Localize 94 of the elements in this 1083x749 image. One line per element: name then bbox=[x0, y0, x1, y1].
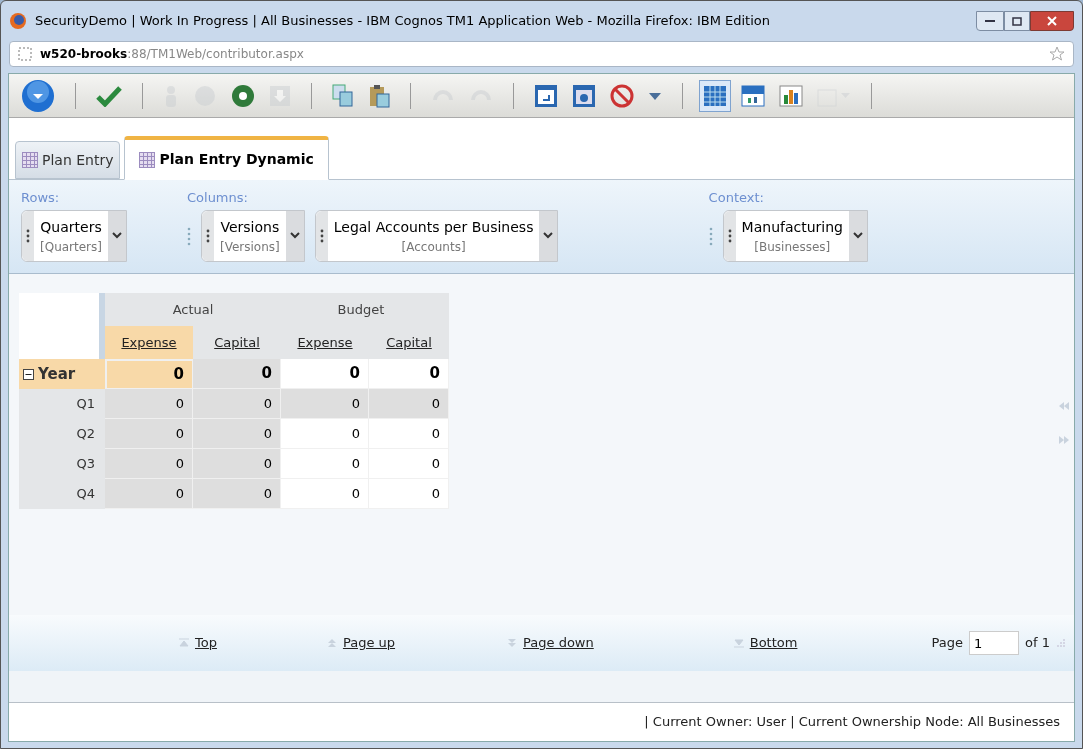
tab[interactable]: Plan Entry bbox=[15, 141, 121, 179]
scroll-left-icon[interactable] bbox=[1059, 402, 1069, 410]
dimension-name: Manufacturing bbox=[741, 217, 843, 237]
section-label: Rows: bbox=[21, 189, 61, 207]
grid-chart-icon bbox=[741, 84, 765, 107]
pagination-link[interactable]: Top bbox=[195, 633, 217, 653]
grip-icon bbox=[727, 229, 732, 243]
chevron-down-icon bbox=[112, 232, 122, 240]
status-text: | Current Owner: User | Current Ownership Node: All Businesses bbox=[644, 713, 1060, 732]
table-cell: 0 bbox=[193, 419, 281, 449]
pagination-link[interactable]: Page down bbox=[523, 633, 594, 653]
table-cell[interactable]: 0 bbox=[281, 359, 369, 389]
download-icon bbox=[269, 84, 291, 107]
bar-chart-icon bbox=[779, 84, 803, 107]
menu-orb-icon bbox=[21, 78, 55, 113]
arrow-up-icon[interactable] bbox=[326, 638, 337, 648]
table-cell: 0 bbox=[105, 359, 193, 389]
table-cell: 0 bbox=[105, 449, 193, 479]
grip-icon bbox=[206, 229, 210, 243]
prohibited-icon bbox=[610, 83, 634, 108]
copy-icon bbox=[332, 83, 354, 108]
minimize-icon bbox=[985, 19, 995, 23]
checkmark-icon bbox=[96, 84, 122, 107]
row-header[interactable]: Q1 bbox=[76, 394, 101, 414]
clipboard-icon bbox=[368, 83, 390, 108]
row-header[interactable]: Q4 bbox=[76, 484, 101, 504]
pagination-link[interactable]: Page up bbox=[342, 633, 396, 653]
page-icon bbox=[18, 47, 32, 61]
grip-icon bbox=[319, 229, 324, 243]
section-label: Columns: bbox=[187, 189, 249, 207]
page-input[interactable]: 1 bbox=[969, 631, 1020, 655]
minimize-button[interactable] bbox=[976, 11, 1004, 31]
window-title: SecurityDemo | Work In Progress | All Businesses - IBM Cognos TM1 Application Web - Mozilla Firefox: IBM Edition bbox=[35, 12, 770, 31]
chevron-down-icon bbox=[853, 232, 863, 240]
table-cell[interactable]: 0 bbox=[281, 479, 369, 509]
dimension-selector[interactable]: Quarters [Quarters] bbox=[21, 210, 127, 262]
page-total: of 1 bbox=[1025, 634, 1050, 653]
row-header[interactable]: Q3 bbox=[76, 454, 101, 474]
dimension-name: Quarters bbox=[40, 217, 102, 237]
table-cell[interactable]: 0 bbox=[369, 419, 449, 449]
section-label: Context: bbox=[708, 189, 765, 207]
table-cell: 0 bbox=[281, 389, 369, 419]
caret-icon bbox=[648, 90, 662, 101]
person-icon bbox=[163, 83, 179, 108]
circle-icon bbox=[193, 83, 217, 108]
bookmark-star-icon[interactable] bbox=[1049, 46, 1065, 62]
table-cell[interactable]: 0 bbox=[281, 449, 369, 479]
table-cell[interactable]: 0 bbox=[281, 419, 369, 449]
page-label: Page bbox=[931, 634, 964, 653]
dimension-name: Versions bbox=[220, 217, 280, 237]
dimension-selector[interactable]: Manufacturing [Businesses] bbox=[722, 210, 868, 262]
drag-handle-icon[interactable] bbox=[187, 226, 191, 246]
drag-handle-icon[interactable] bbox=[708, 226, 713, 246]
dimension-selector[interactable]: Legal Accounts per Business [Accounts] bbox=[314, 210, 559, 262]
browser-logo-icon bbox=[9, 12, 27, 30]
table-cell[interactable]: 0 bbox=[369, 479, 449, 509]
calculator-window-icon bbox=[572, 83, 596, 108]
resize-grip-icon[interactable] bbox=[1056, 638, 1066, 648]
maximize-button[interactable] bbox=[1004, 11, 1030, 31]
row-header[interactable]: Q2 bbox=[76, 424, 101, 444]
grid-icon bbox=[703, 84, 727, 107]
dimension-label: [Versions] bbox=[220, 238, 280, 256]
close-button[interactable] bbox=[1030, 11, 1074, 31]
dimension-selector[interactable]: Versions [Versions] bbox=[201, 210, 305, 262]
close-icon bbox=[1047, 16, 1057, 26]
tab[interactable]: Plan Entry Dynamic bbox=[124, 136, 329, 180]
scroll-right-icon[interactable] bbox=[1059, 436, 1069, 444]
arrow-down-icon[interactable] bbox=[507, 638, 518, 648]
table-cell: 0 bbox=[193, 479, 281, 509]
address-field[interactable]: w520-brooks:88/TM1Web/contributor.aspx bbox=[40, 45, 304, 63]
dimension-label: [Businesses] bbox=[754, 238, 831, 256]
grip-icon bbox=[26, 229, 30, 243]
table-icon bbox=[22, 152, 38, 168]
table-icon bbox=[139, 151, 156, 168]
table-cell[interactable]: 0 bbox=[369, 359, 449, 389]
chevron-down-icon bbox=[543, 232, 554, 240]
arrow-bottom-icon[interactable] bbox=[733, 638, 744, 648]
table-cell: 0 bbox=[193, 389, 281, 419]
table-cell[interactable]: 0 bbox=[369, 449, 449, 479]
table-cell: 0 bbox=[105, 419, 193, 449]
dimension-name: Legal Accounts per Business bbox=[333, 217, 534, 237]
table-cell: 0 bbox=[105, 479, 193, 509]
maximize-icon bbox=[1012, 16, 1022, 26]
chevron-down-icon bbox=[289, 232, 300, 240]
table-cell: 0 bbox=[193, 359, 281, 389]
dimension-label: [Accounts] bbox=[401, 238, 466, 256]
window-icon bbox=[534, 83, 558, 108]
table-cell: 0 bbox=[369, 389, 449, 419]
table-cell: 0 bbox=[193, 449, 281, 479]
collapse-icon[interactable] bbox=[23, 368, 34, 380]
table-cell: 0 bbox=[105, 389, 193, 419]
dimension-label: [Quarters] bbox=[40, 238, 102, 256]
pagination-link[interactable]: Bottom bbox=[749, 633, 798, 653]
grid-button[interactable] bbox=[699, 79, 731, 112]
